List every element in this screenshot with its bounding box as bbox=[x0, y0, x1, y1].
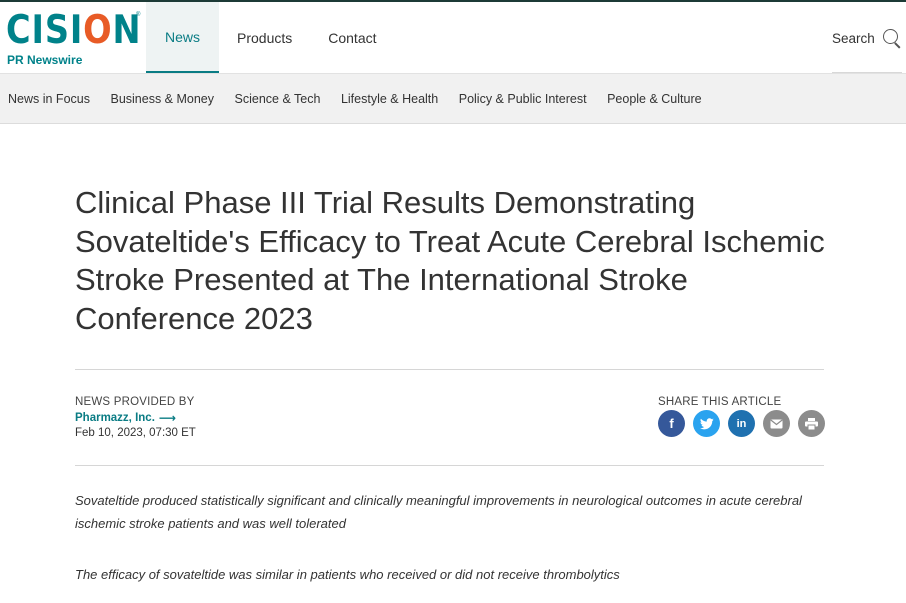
category-people-culture[interactable]: People & Culture bbox=[607, 92, 702, 106]
twitter-icon[interactable] bbox=[693, 410, 720, 437]
category-business-money[interactable]: Business & Money bbox=[110, 92, 214, 106]
search-icon bbox=[882, 28, 902, 48]
share-label: SHARE THIS ARTICLE bbox=[658, 396, 782, 408]
provider-link[interactable]: Pharmazz, Inc. ⟶ bbox=[75, 411, 176, 425]
registered-mark: ® bbox=[136, 12, 141, 18]
arrow-right-icon: ⟶ bbox=[158, 411, 177, 425]
logo-subtitle: PR Newswire bbox=[7, 53, 83, 67]
email-icon[interactable] bbox=[763, 410, 790, 437]
summary-bullet-2: The efficacy of sovateltide was similar … bbox=[75, 567, 620, 582]
category-policy-public-interest[interactable]: Policy & Public Interest bbox=[459, 92, 587, 106]
category-news-in-focus[interactable]: News in Focus bbox=[8, 92, 90, 106]
category-science-tech[interactable]: Science & Tech bbox=[235, 92, 321, 106]
divider-bottom bbox=[75, 465, 824, 466]
category-nav: News in Focus Business & Money Science &… bbox=[0, 73, 906, 124]
provider-name: Pharmazz, Inc. bbox=[75, 412, 155, 424]
print-icon[interactable] bbox=[798, 410, 825, 437]
nav-products[interactable]: Products bbox=[219, 2, 310, 73]
linkedin-icon[interactable]: in bbox=[728, 410, 755, 437]
category-lifestyle-health[interactable]: Lifestyle & Health bbox=[341, 92, 438, 106]
top-header: CISION ® PR Newswire News Products Conta… bbox=[0, 0, 906, 74]
logo-wordmark: CISION bbox=[6, 8, 142, 53]
search-button[interactable]: Search bbox=[832, 28, 902, 48]
divider-top bbox=[75, 369, 824, 370]
nav-contact[interactable]: Contact bbox=[310, 2, 394, 73]
summary-bullet-1: Sovateltide produced statistically signi… bbox=[75, 493, 802, 531]
news-provided-by-label: NEWS PROVIDED BY bbox=[75, 396, 195, 408]
share-toolbar: f in bbox=[658, 410, 833, 437]
facebook-icon[interactable]: f bbox=[658, 410, 685, 437]
publish-date: Feb 10, 2023, 07:30 ET bbox=[75, 427, 196, 439]
main-nav: News Products Contact bbox=[146, 2, 395, 73]
article-headline: Clinical Phase III Trial Results Demonst… bbox=[75, 185, 825, 336]
nav-news[interactable]: News bbox=[146, 2, 219, 73]
cision-logo[interactable]: CISION ® PR Newswire bbox=[6, 10, 142, 68]
search-label: Search bbox=[832, 30, 875, 46]
